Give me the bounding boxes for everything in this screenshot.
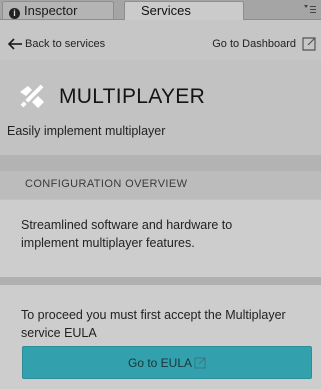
eula-button-label: Go to EULA [127, 355, 193, 370]
divider [0, 155, 321, 171]
tab-inspector[interactable]: i Inspector [2, 1, 114, 19]
menu-icon[interactable] [303, 3, 317, 15]
tab-services-label: Services [141, 3, 191, 18]
external-link-icon [194, 357, 206, 368]
go-to-eula-button[interactable]: Go to EULA [22, 346, 312, 379]
tab-inspector-label: Inspector [24, 3, 78, 18]
eula-panel: To proceed you must first accept the Mul… [0, 285, 321, 389]
tab-services[interactable]: Services [124, 1, 244, 20]
go-to-dashboard-link[interactable]: Go to Dashboard [212, 37, 316, 51]
nav-row: Back to services Go to Dashboard [0, 20, 321, 60]
page-title: MULTIPLAYER [59, 85, 206, 108]
info-icon: i [9, 8, 20, 19]
external-link-icon [302, 37, 316, 51]
eula-text: To proceed you must first accept the Mul… [21, 308, 286, 340]
arrow-left-icon [7, 38, 22, 50]
page-subtitle: Easily implement multiplayer [7, 124, 166, 138]
back-to-services-link[interactable]: Back to services [7, 37, 105, 51]
dashboard-label: Go to Dashboard [212, 38, 296, 50]
overview-panel: Streamlined software and hardware to imp… [0, 200, 321, 277]
service-header: MULTIPLAYER Easily implement multiplayer [0, 60, 321, 155]
divider [0, 277, 321, 285]
tab-bar: i Inspector Services [0, 0, 321, 20]
multiplayer-icon [20, 84, 44, 108]
back-label: Back to services [25, 38, 106, 50]
overview-text: Streamlined software and hardware to imp… [21, 218, 233, 250]
section-header-label: CONFIGURATION OVERVIEW [25, 178, 188, 190]
section-header: CONFIGURATION OVERVIEW [0, 171, 321, 199]
